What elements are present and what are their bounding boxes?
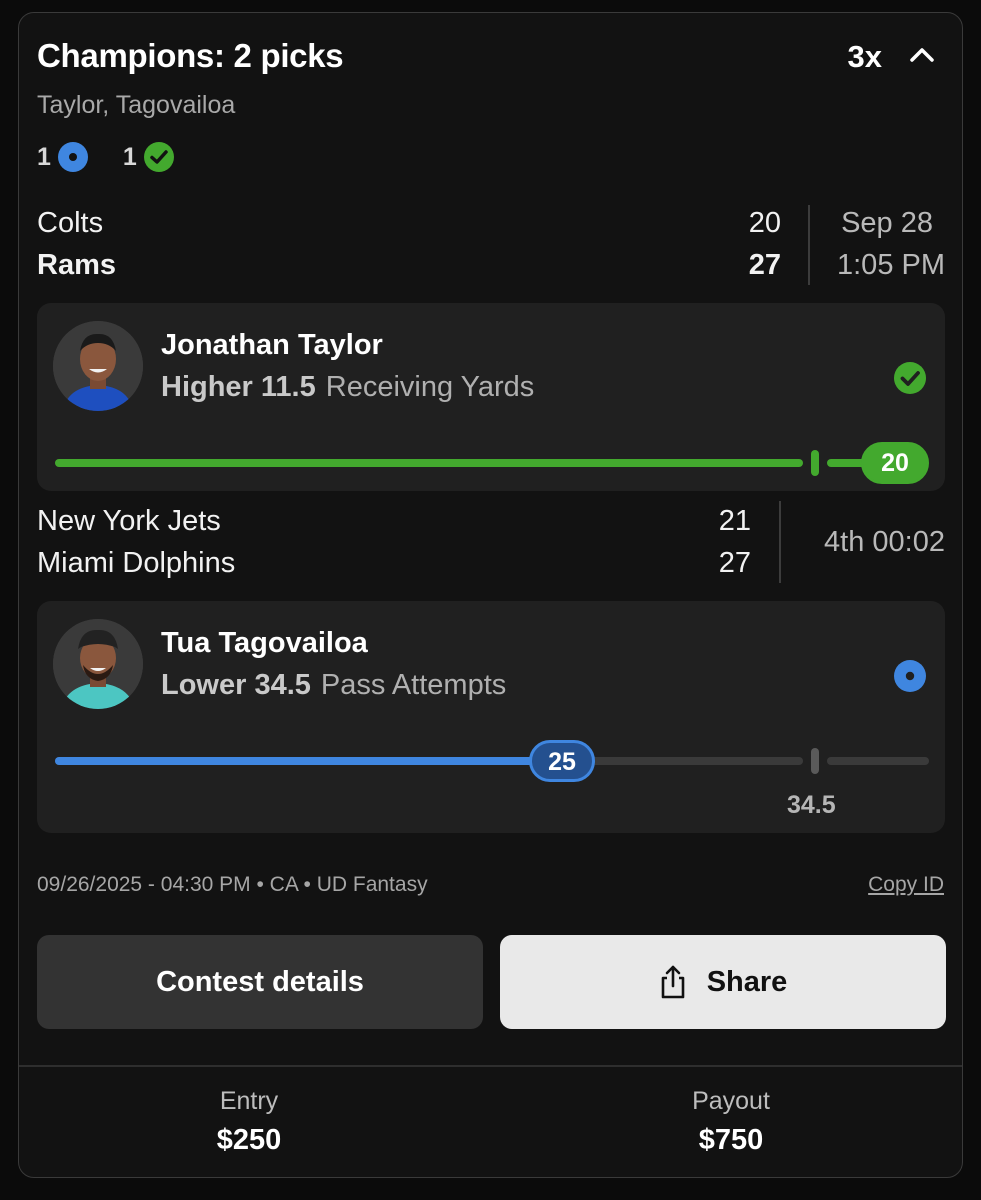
- divider: [779, 501, 781, 583]
- game-row: New York Jets Miami Dolphins 21 27 4th 0…: [37, 501, 945, 591]
- contest-details-button[interactable]: Contest details: [37, 935, 483, 1029]
- divider: [19, 1065, 962, 1067]
- stat-type: Pass Attempts: [320, 669, 507, 701]
- game-date: Sep 28: [841, 207, 933, 239]
- check-icon: [143, 142, 174, 172]
- share-icon: [661, 965, 684, 999]
- game-status: 4th 00:02: [824, 526, 945, 558]
- entry-label: Entry: [219, 1087, 279, 1115]
- payout-label: Payout: [692, 1087, 770, 1115]
- share-button[interactable]: Share: [500, 935, 946, 1029]
- payout-multiplier: 3x: [847, 39, 882, 74]
- team-score: 27: [718, 547, 751, 579]
- current-value-badge: 25: [529, 740, 595, 782]
- share-label: Share: [706, 965, 788, 998]
- game-row: Colts Rams 20 27 Sep 28 1:05 PM: [37, 205, 945, 287]
- player-name: Jonathan Taylor: [161, 329, 383, 361]
- pick-direction: Lower 34.5: [161, 669, 311, 701]
- team-name: New York Jets: [37, 505, 221, 537]
- payout-value: $750: [698, 1124, 764, 1156]
- pick-card[interactable]: Tua Tagovailoa Lower 34.5 Pass Attempts 2…: [37, 601, 945, 833]
- entry-card: Champions: 2 picks 3x Taylor, Tagovailoa…: [18, 12, 963, 1178]
- won-count: 1: [122, 142, 137, 171]
- entry-title: Champions: 2 picks: [37, 37, 344, 74]
- divider: [808, 205, 810, 285]
- line-marker: [811, 450, 819, 476]
- progress-bar-fill: [55, 459, 803, 467]
- stat-type: Receiving Yards: [325, 371, 535, 403]
- team-name: Rams: [37, 249, 116, 281]
- entry-metadata: 09/26/2025 - 04:30 PM • CA • UD Fantasy: [37, 873, 428, 896]
- pending-icon: [894, 660, 926, 692]
- pending-icon: [57, 142, 88, 172]
- team-score: 21: [718, 505, 751, 537]
- team-name: Miami Dolphins: [37, 547, 236, 579]
- player-avatar: [53, 619, 143, 709]
- pick-line: Higher 11.5 Receiving Yards: [161, 371, 534, 404]
- progress-bar-track: [827, 757, 929, 765]
- contest-details-label: Contest details: [156, 965, 364, 998]
- pending-count: 1: [37, 142, 51, 171]
- entry-players: Taylor, Tagovailoa: [37, 91, 236, 119]
- player-name: Tua Tagovailoa: [161, 627, 368, 659]
- copy-id-link[interactable]: Copy ID: [868, 873, 944, 897]
- team-score: 27: [748, 249, 781, 281]
- check-icon: [894, 362, 926, 394]
- entry-value: $250: [216, 1124, 282, 1156]
- payout-amount: Payout $750: [501, 1087, 961, 1157]
- pick-direction: Higher 11.5: [161, 371, 316, 403]
- chevron-up-icon[interactable]: [908, 43, 936, 67]
- pick-status-counts: 1 1: [37, 141, 175, 173]
- game-time: 1:05 PM: [837, 249, 945, 281]
- entry-amount: Entry $250: [19, 1087, 479, 1157]
- pick-line: Lower 34.5 Pass Attempts: [161, 669, 506, 702]
- pick-card[interactable]: Jonathan Taylor Higher 11.5 Receiving Yar…: [37, 303, 945, 491]
- line-value-label: 34.5: [787, 791, 836, 819]
- current-value-badge: 20: [861, 442, 929, 484]
- line-marker: [811, 748, 819, 774]
- player-avatar: [53, 321, 143, 411]
- progress-bar-fill: [55, 757, 565, 765]
- team-name: Colts: [37, 207, 104, 239]
- team-score: 20: [748, 207, 781, 239]
